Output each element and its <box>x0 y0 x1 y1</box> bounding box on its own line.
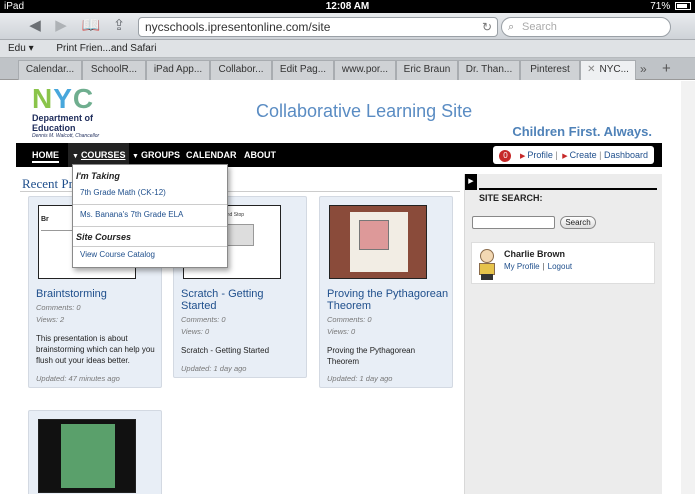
tab-eric-braun[interactable]: Eric Braun <box>396 60 458 80</box>
share-icon[interactable]: ⇪ <box>108 16 130 36</box>
card-title[interactable]: Scratch - Getting Started <box>181 288 301 312</box>
card-updated: Updated: 1 day ago <box>327 374 393 383</box>
sidebar-toggle-icon[interactable]: ▶ <box>465 174 477 190</box>
tab-nyc-active[interactable]: ✕ NYC... <box>580 60 636 80</box>
card-title[interactable]: Braintstorming <box>36 288 107 300</box>
address-bar[interactable]: nycschools.ipresentonline.com/site ↻ <box>138 17 498 37</box>
dropdown-divider <box>73 246 227 247</box>
card-views: Views: 2 <box>36 315 65 324</box>
courses-dropdown: I'm Taking 7th Grade Math (CK-12) Ms. Ba… <box>72 164 228 268</box>
site-title: Collaborative Learning Site <box>256 101 473 121</box>
tab-www-por[interactable]: www.por... <box>334 60 396 80</box>
logout-link[interactable]: Logout <box>548 262 572 271</box>
my-profile-link[interactable]: My Profile <box>504 262 540 271</box>
presentation-thumbnail[interactable] <box>38 419 136 493</box>
back-icon[interactable]: ◀ <box>24 16 46 36</box>
card-title[interactable]: Proving the Pythagorean Theorem <box>327 288 451 312</box>
url-text: nycschools.ipresentonline.com/site <box>145 20 331 34</box>
new-tab-icon[interactable]: + <box>662 60 671 78</box>
tab-pinterest[interactable]: Pinterest <box>520 60 580 80</box>
tab-edit-page[interactable]: Edit Pag... <box>272 60 334 80</box>
sidebar: ▶ SITE SEARCH: Search Charlie Brown My P… <box>464 174 662 494</box>
forward-icon[interactable]: ▶ <box>50 16 72 36</box>
bookmark-edu[interactable]: Edu ▾ <box>8 43 34 54</box>
avatar[interactable] <box>476 247 498 281</box>
site-search-button[interactable]: Search <box>560 216 596 229</box>
logo-org-line2: Education <box>32 123 76 133</box>
card-comments: Comments: 0 <box>36 303 81 312</box>
recent-heading: Recent Pr <box>22 176 73 191</box>
logo-chancellor: Dennis M. Walcott, Chancellor <box>32 133 100 139</box>
nyc-wordmark: NYC <box>32 83 95 114</box>
browser-toolbar: ◀ ▶ 📖 ⇪ nycschools.ipresentonline.com/si… <box>0 13 695 40</box>
photo-paper <box>350 212 408 272</box>
card-views: Views: 0 <box>327 327 356 336</box>
tab-bar: Calendar... SchoolR... iPad App... Colla… <box>0 58 695 80</box>
tab-schoolr[interactable]: SchoolR... <box>82 60 146 80</box>
tab-ipad-app[interactable]: iPad App... <box>146 60 210 80</box>
dropdown-heading-site-courses: Site Courses <box>76 232 132 242</box>
card-comments: Comments: 0 <box>327 315 372 324</box>
user-toolbar: 0 ▶ Profile | ▶ Create | Dashboard <box>493 146 654 164</box>
user-panel: Charlie Brown My Profile | Logout <box>471 242 655 284</box>
card-description: Scratch - Getting Started <box>181 346 270 355</box>
bookmarks-book-icon[interactable]: 📖 <box>80 16 102 36</box>
site-header: NYC Department of Education Dennis M. Wa… <box>0 81 662 143</box>
search-placeholder: Search <box>522 21 557 33</box>
course-link-math[interactable]: 7th Grade Math (CK-12) <box>80 188 166 197</box>
profile-link[interactable]: Profile <box>527 150 553 160</box>
battery-icon <box>675 2 691 11</box>
create-link[interactable]: Create <box>570 150 597 160</box>
dropdown-triangle-icon: ▼ <box>72 153 79 160</box>
presentation-thumbnail[interactable] <box>329 205 427 279</box>
tagline: Children First. Always. <box>512 124 652 139</box>
web-page: NYC Department of Education Dennis M. Wa… <box>0 81 695 494</box>
notification-badge[interactable]: 0 <box>499 150 512 162</box>
dropdown-divider <box>73 226 227 227</box>
nav-home[interactable]: HOME <box>32 143 59 163</box>
battery-percent: 71% <box>650 1 671 12</box>
card-updated: Updated: 47 minutes ago <box>36 374 120 383</box>
dropdown-heading-taking: I'm Taking <box>76 171 120 181</box>
nyc-doe-logo[interactable]: NYC Department of Education Dennis M. Wa… <box>32 83 100 140</box>
reload-icon[interactable]: ↻ <box>482 18 492 36</box>
tab-dr-than[interactable]: Dr. Than... <box>458 60 520 80</box>
search-input[interactable]: ⌕ Search <box>501 17 671 37</box>
arrow-icon: ▶ <box>519 153 526 160</box>
site-search-title: SITE SEARCH: <box>479 193 543 203</box>
clock: 12:08 AM <box>325 1 370 12</box>
presentation-card[interactable]: Proving the Pythagorean Theorem Comments… <box>319 196 453 388</box>
more-tabs-icon[interactable]: » <box>640 60 647 78</box>
thumbnail-text: Br <box>41 216 49 223</box>
card-updated: Updated: 1 day ago <box>181 364 247 373</box>
nav-about[interactable]: ABOUT <box>244 143 276 167</box>
course-link-ela[interactable]: Ms. Banana's 7th Grade ELA <box>80 210 183 219</box>
sidebar-rule <box>479 188 657 190</box>
card-views: Views: 0 <box>181 327 210 336</box>
dropdown-divider <box>73 204 227 205</box>
dropdown-triangle-icon: ▼ <box>132 153 139 160</box>
user-name: Charlie Brown <box>504 249 566 259</box>
logo-org-line1: Department of <box>32 113 94 123</box>
status-bar: iPad 12:08 AM 71% <box>0 0 695 13</box>
battery-indicator: 71% <box>650 1 691 12</box>
user-links: My Profile | Logout <box>504 262 573 271</box>
presentation-card[interactable] <box>28 410 162 494</box>
card-description: Proving the Pythagorean Theorem <box>327 346 416 366</box>
tab-nyc-label: NYC... <box>599 64 629 75</box>
page-scroll-edge <box>681 81 695 494</box>
card-description: This presentation is about brainstorming… <box>36 334 155 365</box>
close-tab-icon[interactable]: ✕ <box>587 64 595 75</box>
tab-collabor[interactable]: Collabor... <box>210 60 272 80</box>
site-search-input[interactable] <box>472 216 555 229</box>
arrow-icon: ▶ <box>562 153 568 160</box>
bookmarks-bar: Edu ▾ Print Frien...and Safari <box>0 40 695 58</box>
card-comments: Comments: 0 <box>181 315 226 324</box>
app-screenshot <box>61 424 115 488</box>
tab-calendar[interactable]: Calendar... <box>18 60 82 80</box>
dashboard-link[interactable]: Dashboard <box>604 150 648 160</box>
course-catalog-link[interactable]: View Course Catalog <box>80 250 155 259</box>
search-icon: ⌕ <box>508 21 515 33</box>
bookmark-print-friendly[interactable]: Print Frien...and Safari <box>56 43 156 54</box>
